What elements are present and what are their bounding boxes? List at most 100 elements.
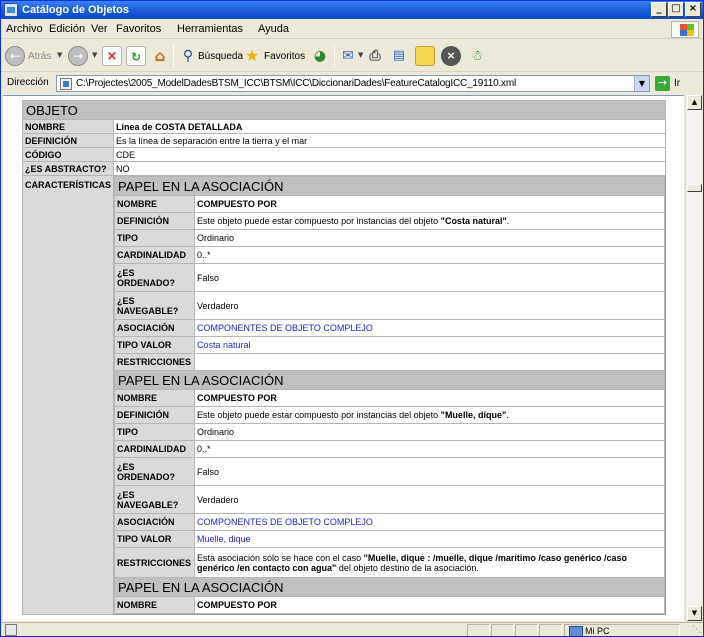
definition-bold: "Costa natural" bbox=[440, 216, 507, 226]
edit-icon[interactable]: ▤ bbox=[389, 46, 409, 66]
toolbar: ← Atrás ▼ → ▼ × ↻ ⌂ ⚲ Búsqueda ★ Favorit… bbox=[1, 40, 703, 72]
value-type-link[interactable]: Costa natural bbox=[197, 340, 251, 350]
back-label[interactable]: Atrás bbox=[28, 51, 51, 62]
association-link[interactable]: COMPONENTES DE OBJETO COMPLEJO bbox=[197, 517, 373, 527]
key-line: ¿ES bbox=[117, 267, 135, 278]
role-association-cell: COMPONENTES DE OBJETO COMPLEJO bbox=[194, 319, 665, 337]
print-icon[interactable]: ⎙ bbox=[365, 46, 385, 66]
stop-icon[interactable]: × bbox=[102, 46, 122, 66]
key-line: NAVEGABLE? bbox=[117, 305, 179, 316]
role-key: CARDINALIDAD bbox=[114, 440, 196, 458]
role-navigable: Verdadero bbox=[194, 485, 665, 514]
characteristics-key: CARACTERÍSTICAS bbox=[21, 175, 115, 615]
key-line: ORDENADO? bbox=[117, 277, 176, 288]
scroll-down-icon[interactable]: ▼ bbox=[687, 606, 702, 621]
field-value: NO bbox=[113, 161, 666, 176]
role-definition: Este objeto puede estar compuesto por in… bbox=[194, 212, 665, 230]
favorites-label[interactable]: Favoritos bbox=[264, 51, 305, 62]
address-url[interactable]: C:\Projectes\2005_ModelDadesBTSM_ICC\BTS… bbox=[76, 78, 516, 89]
role-navigable: Verdadero bbox=[194, 291, 665, 320]
role-key: TIPO bbox=[114, 229, 196, 247]
address-dropdown-icon[interactable]: ▼ bbox=[634, 76, 649, 91]
menu-ayuda[interactable]: Ayuda bbox=[258, 23, 289, 35]
back-dropdown-icon[interactable]: ▼ bbox=[57, 51, 62, 59]
minimize-button[interactable]: _ bbox=[651, 2, 667, 17]
association-link[interactable]: COMPONENTES DE OBJETO COMPLEJO bbox=[197, 323, 373, 333]
role-key: NOMBRE bbox=[114, 195, 196, 213]
close-button[interactable]: × bbox=[685, 2, 701, 17]
mail-icon[interactable]: ✉ bbox=[338, 46, 358, 66]
go-arrow-icon[interactable]: → bbox=[655, 76, 670, 91]
role-association-cell: COMPONENTES DE OBJETO COMPLEJO bbox=[194, 513, 665, 531]
forward-dropdown-icon[interactable]: ▼ bbox=[92, 51, 97, 59]
field-value: Es la línea de separación entre la tierr… bbox=[113, 133, 666, 148]
status-cell bbox=[515, 624, 538, 636]
role-key: CARDINALIDAD bbox=[114, 246, 196, 264]
key-line: NAVEGABLE? bbox=[117, 499, 179, 510]
search-icon[interactable]: ⚲ bbox=[178, 46, 198, 66]
page-status-icon bbox=[5, 624, 17, 636]
scroll-thumb[interactable] bbox=[687, 184, 702, 192]
window-title: Catálogo de Objetos bbox=[22, 4, 129, 16]
go-button[interactable]: Ir bbox=[674, 78, 680, 89]
restriction-text: Esta asociación sólo se hace con el caso bbox=[197, 552, 364, 563]
role-type: Ordinario bbox=[194, 229, 665, 247]
research-icon[interactable]: × bbox=[441, 46, 461, 66]
value-type-link[interactable]: Muelle, dique bbox=[197, 534, 251, 544]
vertical-scrollbar[interactable]: ▲ ▼ bbox=[685, 95, 702, 621]
role-value-type-cell: Muelle, dique bbox=[194, 530, 665, 548]
mail-dropdown-icon[interactable]: ▼ bbox=[358, 51, 363, 59]
menu-bar: Archivo Edición Ver Favoritos Herramient… bbox=[1, 20, 703, 39]
window-app-icon bbox=[4, 3, 18, 17]
role-cardinality: 0..* bbox=[194, 440, 665, 458]
role-key: RESTRICCIONES bbox=[114, 547, 196, 578]
role-restrictions: Esta asociación sólo se hace con el caso… bbox=[194, 547, 665, 578]
status-bar: Mi PC ⋱ bbox=[1, 622, 703, 636]
maximize-button[interactable]: □ bbox=[668, 2, 684, 17]
refresh-icon[interactable]: ↻ bbox=[126, 46, 146, 66]
history-icon[interactable]: ◕ bbox=[310, 46, 330, 66]
search-label[interactable]: Búsqueda bbox=[198, 51, 243, 62]
browser-window: Catálogo de Objetos _ □ × Archivo Edició… bbox=[0, 0, 704, 637]
role-key: RESTRICCIONES bbox=[114, 353, 196, 371]
scroll-up-icon[interactable]: ▲ bbox=[687, 95, 702, 110]
messenger-icon[interactable]: ☃ bbox=[467, 46, 487, 66]
resize-grip-icon[interactable]: ⋱ bbox=[692, 625, 701, 635]
role-key: NOMBRE bbox=[114, 389, 196, 407]
back-arrow-icon[interactable]: ← bbox=[5, 46, 25, 66]
field-value: CDE bbox=[113, 147, 666, 162]
field-key: NOMBRE bbox=[21, 119, 115, 134]
role-key: ASOCIACIÓN bbox=[114, 513, 196, 531]
menu-favoritos[interactable]: Favoritos bbox=[116, 23, 161, 35]
windows-logo-icon bbox=[671, 21, 699, 38]
definition-text: Este objeto puede estar compuesto por in… bbox=[197, 410, 441, 420]
role-header: PAPEL EN LA ASOCIACIÓN bbox=[114, 577, 665, 597]
definition-text-end: . bbox=[506, 410, 509, 420]
object-header: OBJETO bbox=[22, 100, 666, 120]
address-input[interactable]: C:\Projectes\2005_ModelDadesBTSM_ICC\BTS… bbox=[56, 75, 650, 92]
status-cell bbox=[491, 624, 514, 636]
menu-edicion[interactable]: Edición bbox=[49, 23, 85, 35]
title-bar[interactable]: Catálogo de Objetos _ □ × bbox=[1, 1, 703, 19]
menu-ver[interactable]: Ver bbox=[91, 23, 108, 35]
role-key: ASOCIACIÓN bbox=[114, 319, 196, 337]
role-key: ¿ES ORDENADO? bbox=[114, 457, 196, 486]
favorites-star-icon[interactable]: ★ bbox=[242, 46, 262, 66]
role-header: PAPEL EN LA ASOCIACIÓN bbox=[114, 370, 665, 390]
role-key: TIPO bbox=[114, 423, 196, 441]
forward-arrow-icon[interactable]: → bbox=[68, 46, 88, 66]
menu-herramientas[interactable]: Herramientas bbox=[177, 23, 243, 35]
field-key: DEFINICIÓN bbox=[21, 133, 115, 148]
role-cardinality: 0..* bbox=[194, 246, 665, 264]
security-zone: Mi PC bbox=[564, 624, 680, 636]
field-key: ¿ES ABSTRACTO? bbox=[21, 161, 115, 176]
menu-archivo[interactable]: Archivo bbox=[6, 23, 43, 35]
role-restrictions bbox=[194, 353, 665, 371]
object-table: OBJETO NOMBRE Línea de COSTA DETALLADA D… bbox=[21, 100, 666, 615]
role-definition: Este objeto puede estar compuesto por in… bbox=[194, 406, 665, 424]
roles-table: PAPEL EN LA ASOCIACIÓN NOMBRE COMPUESTO … bbox=[114, 176, 665, 614]
key-line: ORDENADO? bbox=[117, 471, 176, 482]
folder-icon[interactable] bbox=[415, 46, 435, 66]
role-key: DEFINICIÓN bbox=[114, 406, 196, 424]
home-icon[interactable]: ⌂ bbox=[150, 46, 170, 66]
